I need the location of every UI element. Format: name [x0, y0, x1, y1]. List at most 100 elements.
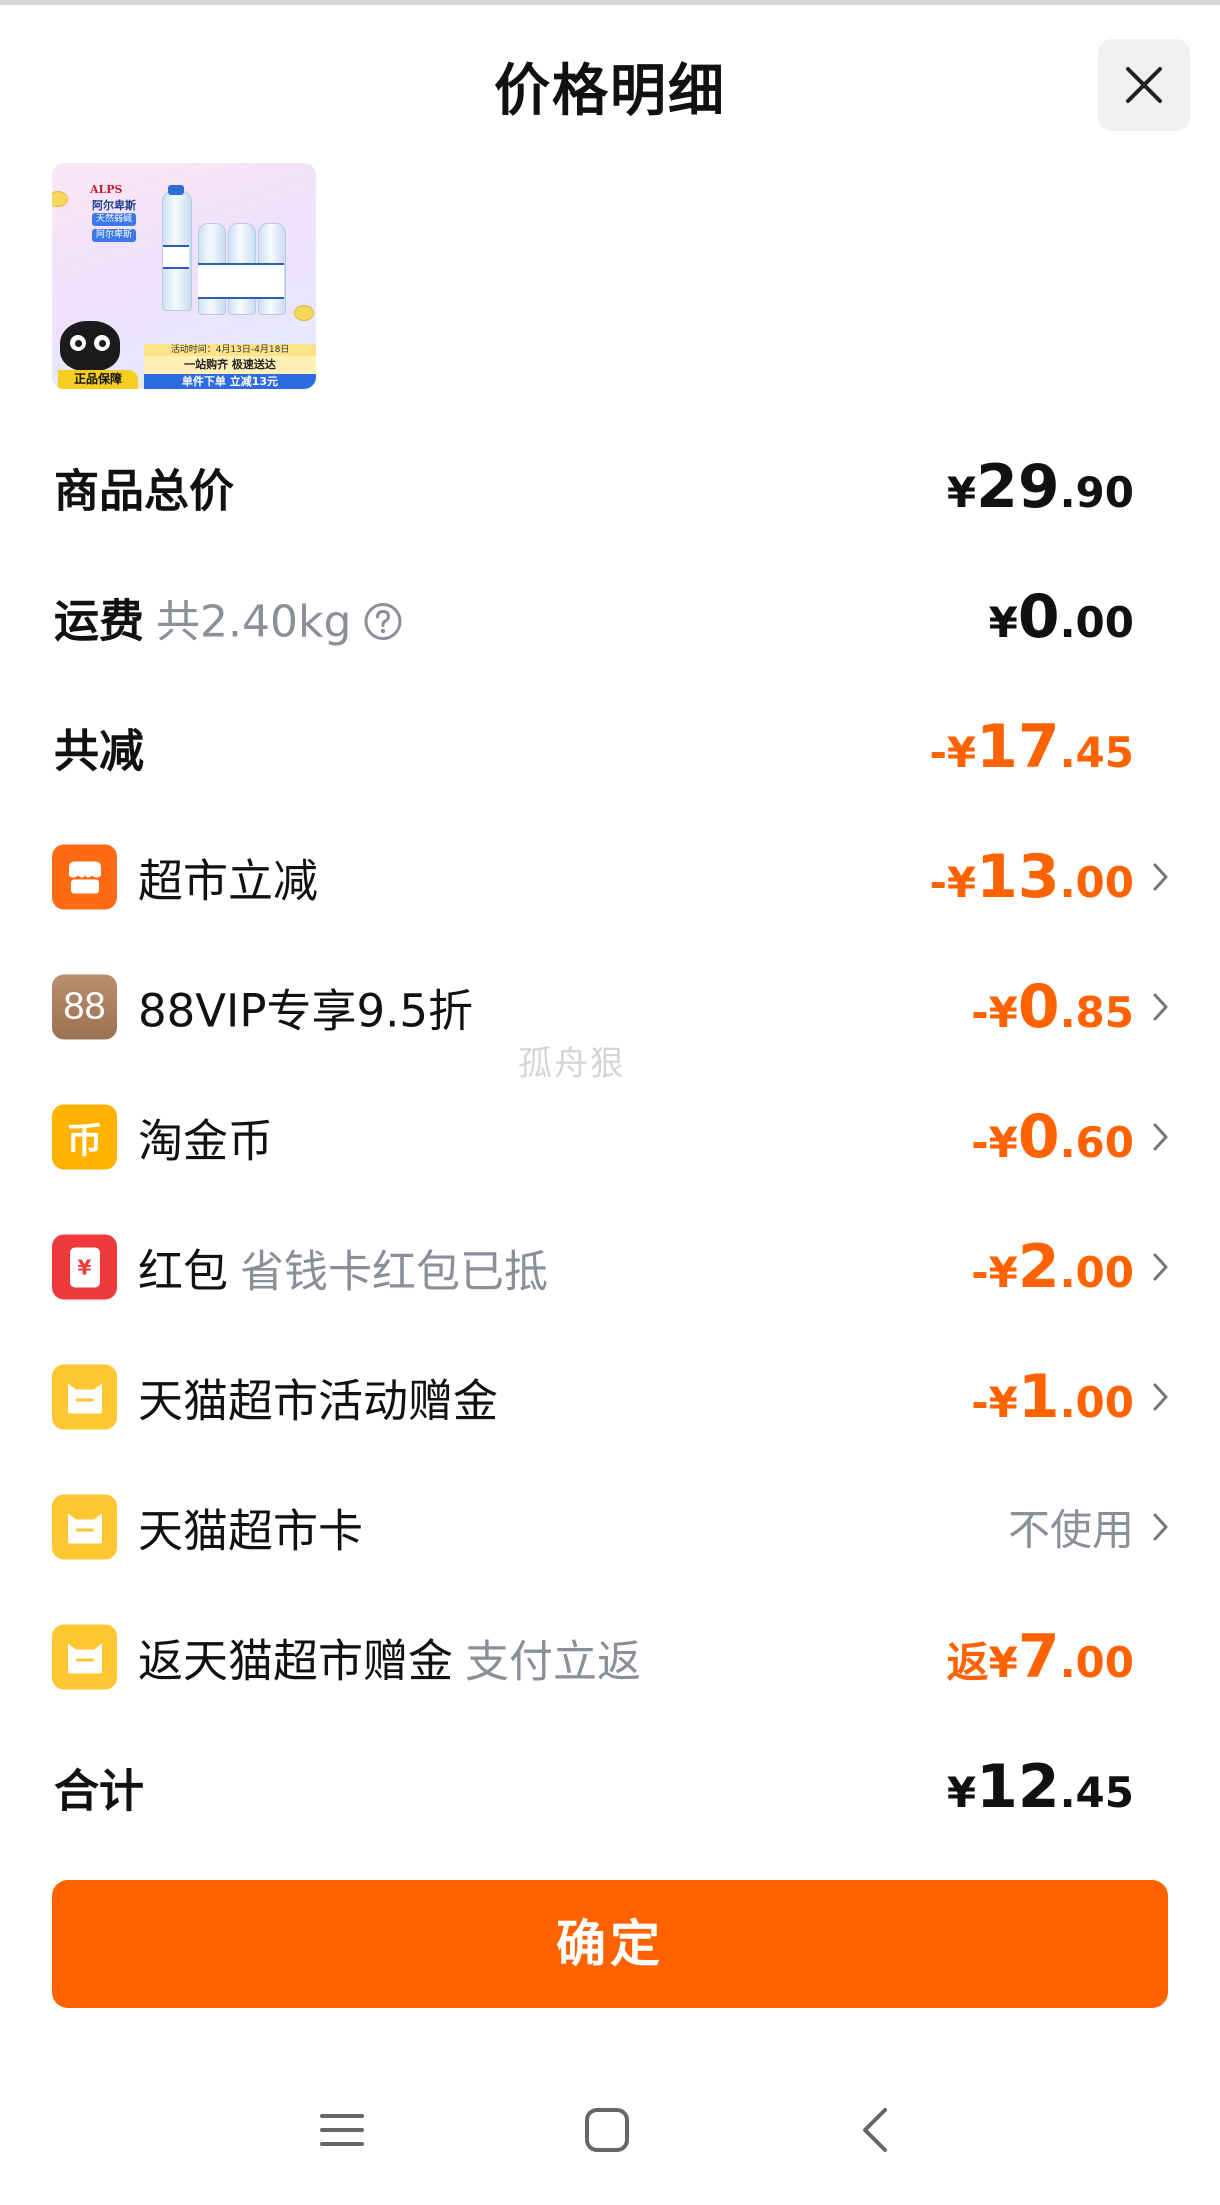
row-total-discount: 共减 -¥17.45 — [0, 697, 1220, 797]
tmall-cat-icon — [52, 1364, 117, 1430]
store-icon — [52, 844, 117, 910]
menu-button[interactable] — [312, 2100, 372, 2160]
row-label: 88VIP专享9.5折 — [138, 984, 474, 1038]
row-goods-total: 商品总价 ¥29.90 — [0, 437, 1220, 537]
promo-discount: 单件下单 立减13元 — [144, 374, 316, 389]
row-label: 运费 共2.40kg — [54, 585, 403, 650]
confirm-button[interactable]: 确定 — [52, 1880, 1168, 2008]
chevron-right-icon — [1153, 863, 1168, 891]
coin-decoration — [294, 305, 314, 321]
product-tag: 天然弱碱 — [92, 213, 137, 226]
watermark: 孤舟狠 — [518, 1044, 626, 1084]
amount-decimal: .00 — [1059, 858, 1134, 907]
row-label: 红包 省钱卡红包已抵 — [138, 1235, 548, 1300]
store-glyph — [68, 861, 101, 893]
cashback-label: 返天猫超市赠金 — [138, 1634, 454, 1688]
amount-decimal: .00 — [1059, 1248, 1134, 1297]
chevron-right-icon — [1153, 1513, 1168, 1541]
row-shipping: 运费 共2.40kg ¥0.00 — [0, 567, 1220, 667]
amount-integer: 2 — [1017, 1232, 1060, 1302]
cat-glyph — [67, 1643, 102, 1673]
amount-decimal: .85 — [1059, 988, 1134, 1037]
row-label: 返天猫超市赠金 支付立返 — [138, 1625, 641, 1690]
promo-slogan: 一站购齐 极速送达 — [144, 356, 316, 374]
amount-decimal: .60 — [1059, 1118, 1134, 1167]
currency-symbol: -¥ — [929, 728, 977, 777]
help-icon[interactable] — [363, 602, 403, 642]
currency-symbol: ¥ — [988, 598, 1018, 647]
row-amount: -¥13.00 — [929, 847, 1134, 907]
tmall-cat-icon — [52, 1624, 117, 1690]
product-thumbnail[interactable]: ALPS 阿尔卑斯 天然弱碱 阿尔卑斯 活动时间：4月13日-4月18日 一站购… — [52, 163, 316, 389]
row-amount: 返¥7.00 — [947, 1627, 1134, 1687]
row-label: 天猫超市卡 — [138, 1504, 364, 1558]
vip-88-icon: 88 — [52, 974, 117, 1040]
amount-integer: 17 — [976, 712, 1060, 782]
amount-decimal: .45 — [1059, 728, 1134, 777]
row-taojinbi[interactable]: 币 淘金币 -¥0.60 — [0, 1087, 1220, 1187]
page-title: 价格明细 — [494, 59, 726, 124]
coin-decoration — [52, 191, 68, 207]
amount-integer: 29 — [976, 452, 1060, 522]
back-icon — [863, 2108, 887, 2152]
currency-symbol: -¥ — [929, 858, 977, 907]
brand-cn: 阿尔卑斯 — [92, 199, 136, 212]
row-label: 淘金币 — [138, 1114, 274, 1168]
currency-symbol: -¥ — [971, 988, 1018, 1037]
coin-icon: 币 — [52, 1104, 117, 1170]
cat-eye — [94, 335, 110, 351]
row-amount: -¥1.00 — [971, 1367, 1134, 1427]
row-cashback: 返天猫超市赠金 支付立返 返¥7.00 — [0, 1607, 1220, 1707]
row-amount: ¥29.90 — [947, 457, 1134, 517]
amount-decimal: .00 — [1059, 598, 1134, 647]
top-divider — [0, 0, 1220, 5]
chevron-right-icon — [1153, 993, 1168, 1021]
row-amount: ¥12.45 — [947, 1757, 1134, 1817]
row-activity-bonus[interactable]: 天猫超市活动赠金 -¥1.00 — [0, 1347, 1220, 1447]
amount-integer: 12 — [976, 1752, 1060, 1822]
red-packet-icon: ¥ — [52, 1234, 117, 1300]
row-label: 合计 — [54, 1764, 145, 1818]
tmall-cat-logo — [60, 321, 120, 371]
red-packet-note: 省钱卡红包已抵 — [240, 1246, 549, 1298]
close-icon — [1126, 67, 1162, 103]
currency-symbol: 返¥ — [946, 1638, 1018, 1687]
cashback-note: 支付立返 — [465, 1636, 642, 1688]
row-label: 共减 — [54, 724, 145, 778]
cat-eye — [70, 335, 86, 351]
row-amount: -¥17.45 — [929, 717, 1134, 777]
currency-symbol: ¥ — [946, 468, 977, 517]
row-label: 商品总价 — [54, 464, 235, 518]
row-red-packet[interactable]: ¥ 红包 省钱卡红包已抵 -¥2.00 — [0, 1217, 1220, 1317]
home-button[interactable] — [577, 2100, 637, 2160]
home-icon — [585, 2108, 629, 2152]
row-label: 超市立减 — [138, 854, 319, 908]
amount-decimal: .00 — [1059, 1378, 1134, 1427]
red-packet-icon-text: ¥ — [77, 1255, 92, 1279]
chevron-right-icon — [1153, 1253, 1168, 1281]
tmall-card-icon — [52, 1494, 117, 1560]
red-packet-label: 红包 — [138, 1244, 229, 1298]
amount-decimal: .45 — [1059, 1768, 1134, 1817]
close-button[interactable] — [1098, 39, 1190, 131]
row-tmall-card[interactable]: 天猫超市卡 不使用 — [0, 1477, 1220, 1577]
currency-symbol: ¥ — [946, 1768, 977, 1817]
row-supermarket-discount[interactable]: 超市立减 -¥13.00 — [0, 827, 1220, 927]
shipping-weight: 共2.40kg — [156, 596, 352, 648]
row-label: 天猫超市活动赠金 — [138, 1374, 499, 1428]
back-button[interactable] — [845, 2100, 905, 2160]
system-nav-bar — [0, 2080, 1220, 2180]
brand-latin: ALPS — [90, 183, 123, 196]
currency-symbol: -¥ — [971, 1378, 1018, 1427]
chevron-right-icon — [1153, 1383, 1168, 1411]
vip-icon-text: 88 — [63, 985, 106, 1028]
amount-integer: 0 — [1017, 972, 1060, 1042]
amount-decimal: .00 — [1059, 1638, 1134, 1687]
amount-integer: 13 — [976, 842, 1060, 912]
amount-decimal: .90 — [1059, 468, 1134, 517]
row-total: 合计 ¥12.45 — [0, 1737, 1220, 1837]
coin-icon-text: 币 — [66, 1120, 103, 1161]
currency-symbol: -¥ — [971, 1118, 1018, 1167]
amount-integer: 0 — [1017, 1102, 1060, 1172]
row-value: 不使用 — [1007, 1505, 1134, 1555]
